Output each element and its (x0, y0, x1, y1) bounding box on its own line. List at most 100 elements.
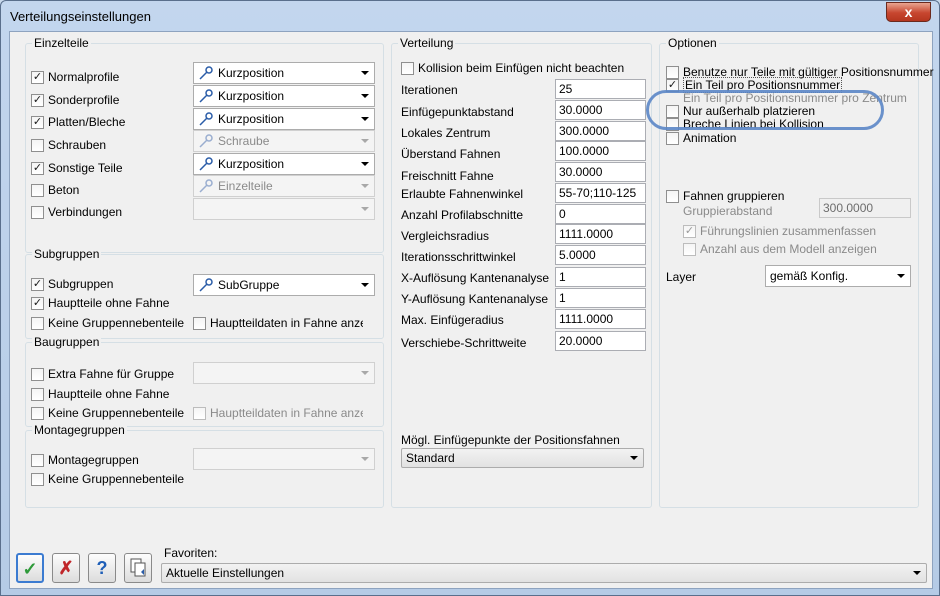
checkbox-box[interactable] (31, 205, 44, 219)
checkbox-box[interactable]: ✓ (683, 224, 696, 238)
checkbox-box[interactable] (31, 406, 44, 420)
title-bar[interactable]: Verteilungseinstellungen x (1, 1, 939, 31)
einzelteile-row-checkbox[interactable]: ✓ Platten/Bleche (31, 114, 125, 130)
baugruppen-keine-checkbox[interactable]: Keine Gruppennebenteile (31, 405, 184, 421)
gruppierabstand-field[interactable]: 300.0000 (819, 198, 911, 218)
verteilung-field-input[interactable]: 5.0000 (555, 245, 646, 265)
checkbox-box[interactable] (193, 406, 206, 420)
baugruppen-hauptteile-checkbox[interactable]: Hauptteile ohne Fahne (31, 386, 169, 402)
hauptteile-ohne-fahne-checkbox[interactable]: ✓ Hauptteile ohne Fahne (31, 295, 169, 311)
checkbox-box[interactable]: ✓ (31, 277, 44, 291)
checkbox-label: Hauptteile ohne Fahne (48, 296, 170, 310)
group-title: Einzelteile (32, 36, 91, 50)
einzelteile-row-checkbox[interactable]: Beton (31, 182, 79, 198)
verteilung-field-input[interactable]: 25 (555, 79, 646, 99)
combo-value: SubGruppe (218, 278, 280, 292)
baugruppen-hauptteildaten-checkbox[interactable]: Hauptteildaten in Fahne anzeigen (193, 405, 363, 421)
einzelteile-row-checkbox[interactable]: Schrauben (31, 137, 106, 153)
cancel-button[interactable]: ✗ (52, 553, 80, 583)
subgruppen-checkbox[interactable]: ✓ Subgruppen (31, 276, 113, 292)
verteilung-field-input[interactable]: 0 (555, 204, 646, 224)
checkbox-box[interactable] (31, 472, 44, 486)
chevron-down-icon (361, 283, 369, 287)
checkbox-box[interactable] (666, 131, 679, 145)
checkbox-box[interactable] (31, 316, 44, 330)
einzelteile-row-combo[interactable]: Kurzposition (193, 62, 375, 84)
checkbox-box[interactable]: ✓ (31, 115, 44, 129)
einzelteile-row-combo[interactable]: Kurzposition (193, 108, 375, 130)
ok-button[interactable]: ✓ (16, 553, 44, 583)
key-icon (199, 112, 213, 126)
key-icon (199, 157, 213, 171)
fahnen-gruppieren-checkbox[interactable]: Fahnen gruppieren (666, 188, 784, 204)
help-button[interactable]: ? (88, 553, 116, 583)
favoriten-dropdown[interactable]: Aktuelle Einstellungen (161, 563, 927, 583)
montagegruppen-keine-checkbox[interactable]: Keine Gruppennebenteile (31, 471, 184, 487)
checkbox-box[interactable] (31, 138, 44, 152)
group-title: Subgruppen (32, 247, 102, 261)
checkbox-label: Sonstige Teile (48, 161, 123, 175)
einzelteile-row-checkbox[interactable]: ✓ Sonstige Teile (31, 160, 123, 176)
keine-gruppennebenteile-checkbox[interactable]: Keine Gruppennebenteile (31, 315, 184, 331)
checkbox-box[interactable] (31, 453, 44, 467)
combo-value: Schraube (218, 134, 270, 148)
checkbox-label: Fahnen gruppieren (683, 189, 785, 203)
copy-settings-button[interactable] (124, 553, 152, 583)
kollision-checkbox[interactable]: Kollision beim Einfügen nicht beachten (401, 60, 624, 76)
verteilung-field-input[interactable]: 1 (555, 288, 646, 308)
animation-checkbox[interactable]: Animation (666, 130, 736, 146)
checkbox-box[interactable] (683, 242, 696, 256)
verteilung-field-input[interactable]: 1 (555, 267, 646, 287)
chevron-down-icon (361, 162, 369, 166)
verteilung-field-input[interactable]: 30.0000 (555, 100, 646, 120)
checkbox-box[interactable] (31, 367, 44, 381)
verteilung-field-label: Verschiebe-Schrittweite (401, 336, 527, 350)
subgruppen-combo[interactable]: SubGruppe (193, 274, 375, 296)
checkbox-box[interactable]: ✓ (31, 296, 44, 310)
extra-fahne-combo[interactable] (193, 362, 375, 384)
montagegruppen-combo[interactable] (193, 448, 375, 470)
chevron-down-icon (913, 571, 921, 575)
verteilung-field-input[interactable]: 100.0000 (555, 141, 646, 161)
verteilung-field-input[interactable]: 300.0000 (555, 121, 646, 141)
checkbox-box[interactable] (31, 183, 44, 197)
checkbox-box[interactable] (193, 316, 206, 330)
montagegruppen-checkbox[interactable]: Montagegruppen (31, 452, 139, 468)
combo-value: Einzelteile (218, 179, 273, 193)
verteilung-field-label: Iterationen (401, 83, 458, 97)
verteilung-field-input[interactable]: 1111.0000 (555, 309, 646, 329)
einzelteile-row-combo[interactable]: Kurzposition (193, 153, 375, 175)
einzelteile-row-combo[interactable]: Einzelteile (193, 175, 375, 197)
einzelteile-row-checkbox[interactable]: ✓ Sonderprofile (31, 92, 119, 108)
combo-value: Kurzposition (218, 112, 285, 126)
anzahl-checkbox[interactable]: Anzahl aus dem Modell anzeigen (683, 241, 877, 257)
checkbox-box[interactable]: ✓ (31, 161, 44, 175)
checkbox-box[interactable]: ✓ (31, 70, 44, 84)
einzelteile-row-combo[interactable]: Schraube (193, 130, 375, 152)
checkbox-label: Führungslinien zusammenfassen (700, 224, 877, 238)
checkbox-box[interactable] (31, 387, 44, 401)
key-icon (199, 134, 213, 148)
einzelteile-row-combo[interactable]: Kurzposition (193, 85, 375, 107)
einfuegepunkte-dropdown[interactable]: Standard (401, 448, 644, 468)
einzelteile-row-checkbox[interactable]: ✓ Normalprofile (31, 69, 119, 85)
fuehrungslinien-checkbox[interactable]: ✓ Führungslinien zusammenfassen (683, 223, 876, 239)
verteilung-field-label: Iterationsschrittwinkel (401, 250, 516, 264)
layer-combo[interactable]: gemäß Konfig. (765, 265, 911, 287)
close-button[interactable]: x (886, 2, 931, 22)
verteilung-field-input[interactable]: 30.0000 (555, 162, 646, 182)
verteilung-field-input[interactable]: 55-70;110-125 (555, 183, 646, 203)
hauptteildaten-checkbox[interactable]: Hauptteildaten in Fahne anzeigen (193, 315, 363, 331)
checkbox-label: Montagegruppen (48, 453, 139, 467)
einzelteile-row-combo[interactable] (193, 198, 375, 220)
checkbox-label: Animation (683, 131, 737, 145)
verteilung-field-label: Lokales Zentrum (401, 126, 491, 140)
checkbox-box[interactable]: ✓ (31, 93, 44, 107)
verteilung-field-input[interactable]: 20.0000 (555, 331, 646, 351)
dropdown-value: Aktuelle Einstellungen (166, 566, 285, 580)
checkbox-box[interactable] (401, 61, 414, 75)
verteilung-field-input[interactable]: 1111.0000 (555, 224, 646, 244)
checkbox-box[interactable] (666, 189, 679, 203)
einzelteile-row-checkbox[interactable]: Verbindungen (31, 204, 122, 220)
extra-fahne-checkbox[interactable]: Extra Fahne für Gruppe (31, 366, 174, 382)
